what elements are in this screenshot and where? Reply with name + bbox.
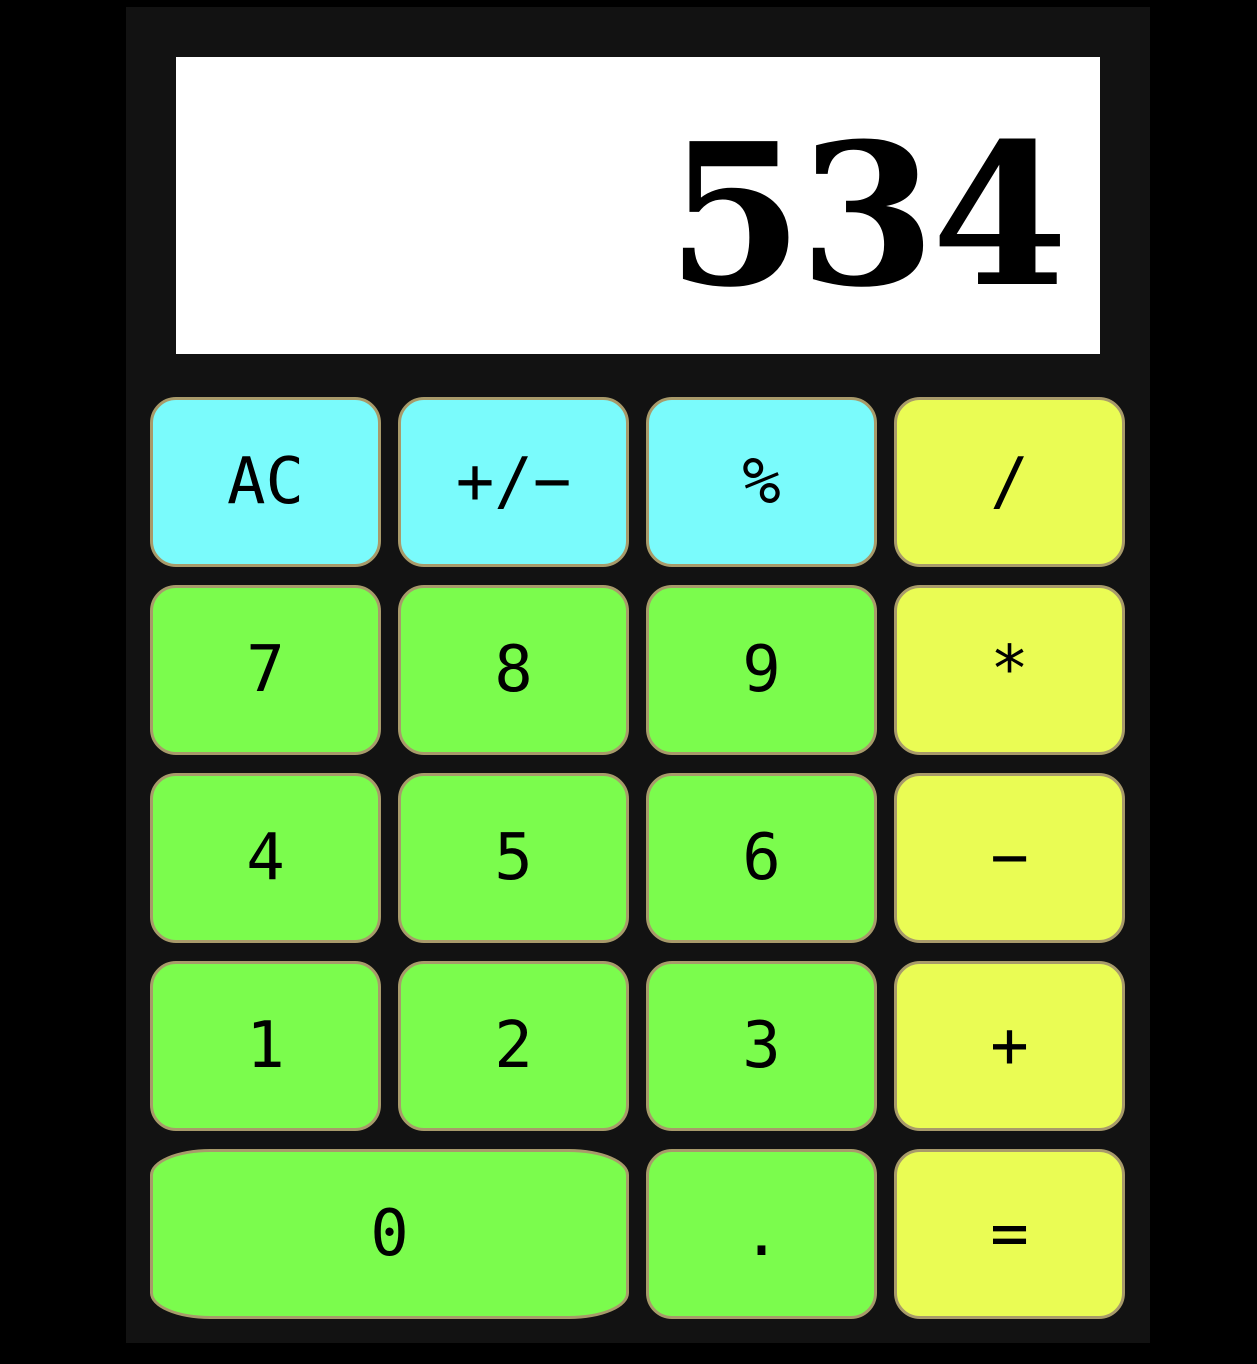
subtract-button[interactable]: − [894, 773, 1125, 943]
digit-9-label: 9 [742, 633, 781, 707]
divide-button[interactable]: / [894, 397, 1125, 567]
digit-4-button[interactable]: 4 [150, 773, 381, 943]
add-button[interactable]: + [894, 961, 1125, 1131]
digit-1-button[interactable]: 1 [150, 961, 381, 1131]
digit-0-button[interactable]: 0 [150, 1149, 629, 1319]
sign-toggle-button[interactable]: +/− [398, 397, 629, 567]
digit-0-label: 0 [370, 1197, 409, 1271]
multiply-button[interactable]: * [894, 585, 1125, 755]
digit-5-label: 5 [494, 821, 533, 895]
digit-8-label: 8 [494, 633, 533, 707]
calculator: 534 AC +/− % / 7 8 9 * 4 5 6 − 1 2 3 + 0… [126, 7, 1150, 1343]
add-label: + [990, 1009, 1029, 1083]
digit-4-label: 4 [246, 821, 285, 895]
digit-7-button[interactable]: 7 [150, 585, 381, 755]
digit-3-label: 3 [742, 1009, 781, 1083]
digit-6-label: 6 [742, 821, 781, 895]
digit-6-button[interactable]: 6 [646, 773, 877, 943]
multiply-label: * [990, 633, 1029, 707]
clear-button-label: AC [226, 445, 305, 519]
digit-7-label: 7 [246, 633, 285, 707]
sign-toggle-label: +/− [455, 445, 572, 519]
equals-button[interactable]: = [894, 1149, 1125, 1319]
digit-3-button[interactable]: 3 [646, 961, 877, 1131]
decimal-button[interactable]: . [646, 1149, 877, 1319]
digit-2-button[interactable]: 2 [398, 961, 629, 1131]
divide-label: / [990, 445, 1029, 519]
display-value: 534 [666, 100, 1068, 331]
percent-button[interactable]: % [646, 397, 877, 567]
clear-button[interactable]: AC [150, 397, 381, 567]
percent-label: % [742, 445, 781, 519]
decimal-label: . [742, 1197, 781, 1271]
subtract-label: − [990, 821, 1029, 895]
digit-9-button[interactable]: 9 [646, 585, 877, 755]
digit-8-button[interactable]: 8 [398, 585, 629, 755]
equals-label: = [990, 1197, 1029, 1271]
digit-2-label: 2 [494, 1009, 533, 1083]
display: 534 [176, 57, 1100, 354]
digit-1-label: 1 [246, 1009, 285, 1083]
digit-5-button[interactable]: 5 [398, 773, 629, 943]
